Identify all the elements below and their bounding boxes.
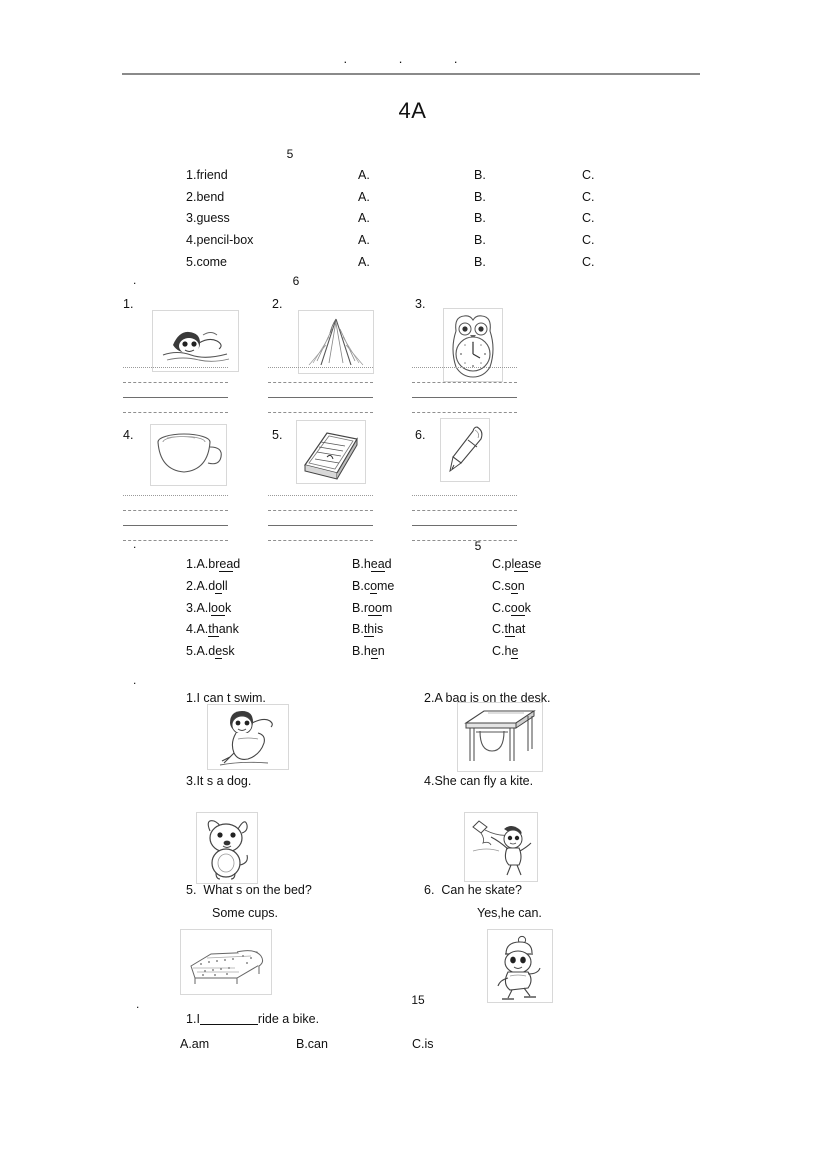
phonics-option-c[interactable]: C.son [492,579,525,594]
sentence-item: 1.I can t swim. [186,691,266,705]
option-a[interactable]: A. [358,168,370,182]
book-icon [296,420,366,484]
option-b[interactable]: B. [474,211,486,225]
picture-number: 3. [415,297,426,311]
phonics-option-c[interactable]: C.he [492,644,519,659]
copybook-lines [268,367,373,413]
sentence-item: 3.It s a dog. [186,774,252,788]
copybook-lines [268,495,373,541]
kite-girl-icon [464,812,538,882]
desk-icon [457,702,543,772]
header-divider [122,73,700,75]
phonics-option-a[interactable]: 5.A.desk [186,644,235,659]
answer-blank[interactable] [199,1012,258,1025]
choice-c[interactable]: C.is [412,1037,434,1051]
phonics-option-c[interactable]: C.please [492,557,541,572]
sentence-item: 4.She can fly a kite. [424,774,534,788]
phonics-option-a[interactable]: 2.A.doll [186,579,228,594]
choice-a[interactable]: A.am [180,1037,209,1051]
phonics-option-b[interactable]: B.room [352,601,392,616]
phonics-option-c[interactable]: C.that [492,622,525,637]
exam-paper-page: . . . 4A 5 . 6 . 5 . . 15 1.friend A. B.… [0,0,825,1168]
option-a[interactable]: A. [358,255,370,269]
option-a[interactable]: A. [358,211,370,225]
option-b[interactable]: B. [474,255,486,269]
question-number-word: 4.pencil-box [186,233,254,247]
fill-blank-question: 1.I ride a bike. [186,1012,320,1026]
dog-icon [196,812,258,884]
picture-number: 2. [272,297,283,311]
sentence-answer: Some cups. [212,906,279,920]
picture-number: 4. [123,428,134,442]
question-number-word: 5.come [186,255,228,269]
bed-icon [180,929,272,995]
page-title: 4A [398,98,427,123]
phonics-option-a[interactable]: 4.A.thank [186,622,239,637]
section-score-odd-one-out: 5 [474,539,482,553]
question-number-word: 2.bend [186,190,225,204]
section-score-look-write: 6 [292,274,300,288]
choice-b[interactable]: B.can [296,1037,328,1051]
copybook-lines [412,367,517,413]
picture-number: 1. [123,297,134,311]
option-a[interactable]: A. [358,233,370,247]
mountain-icon [298,310,374,374]
phonics-option-b[interactable]: B.head [352,557,392,572]
section-dot-match-picture: . [133,673,137,687]
section-score-multiple-choice: 15 [411,993,425,1007]
option-b[interactable]: B. [474,233,486,247]
option-b[interactable]: B. [474,190,486,204]
header-marks: . . . [343,51,482,66]
copybook-lines [123,495,228,541]
copybook-lines-left [123,367,228,413]
option-c[interactable]: C. [582,168,595,182]
phonics-option-b[interactable]: B.hen [352,644,385,659]
phonics-option-b[interactable]: B.come [352,579,394,594]
sentence-answer: Yes,he can. [477,906,542,920]
option-c[interactable]: C. [582,190,595,204]
section-dot-look-write: . [133,273,137,287]
skater-icon [487,929,553,1003]
option-c[interactable]: C. [582,233,595,247]
boy-diving-icon [207,704,289,770]
option-c[interactable]: C. [582,255,595,269]
sentence-item: 6. Can he skate? [424,883,522,897]
phonics-option-c[interactable]: C.cook [492,601,531,616]
question-number-word: 3.guess [186,211,230,225]
option-c[interactable]: C. [582,211,595,225]
option-a[interactable]: A. [358,190,370,204]
pen-icon [440,418,490,482]
copybook-lines [412,495,517,541]
section-score-listen: 5 [286,147,294,161]
question-number-word: 1.friend [186,168,228,182]
cup-icon [150,424,227,486]
phonics-option-a[interactable]: 3.A.look [186,601,231,616]
picture-number: 6. [415,428,426,442]
picture-number: 5. [272,428,283,442]
section-dot-multiple-choice: . [136,997,140,1011]
boy-swimming-icon [152,310,239,372]
sentence-item: 5. What s on the bed? [186,883,312,897]
option-b[interactable]: B. [474,168,486,182]
phonics-option-b[interactable]: B.this [352,622,383,637]
phonics-option-a[interactable]: 1.A.bread [186,557,240,572]
